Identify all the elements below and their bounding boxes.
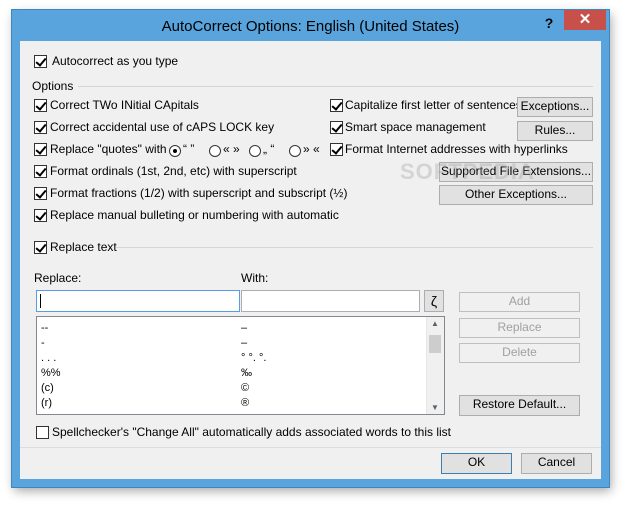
smart-space-checkbox[interactable] — [330, 121, 343, 134]
correct-two-initial-caps-label: Correct TWo INitial CApitals — [50, 98, 199, 112]
format-ordinals-label: Format ordinals (1st, 2nd, etc) with sup… — [50, 164, 297, 178]
quote-style-radio-3[interactable] — [249, 145, 261, 157]
scroll-down-arrow-icon[interactable]: ▼ — [431, 403, 439, 412]
list-item[interactable]: -- – — [37, 320, 437, 336]
replace-input[interactable] — [36, 290, 240, 312]
replace-column-label: Replace: — [34, 271, 82, 285]
entry-replace: (c) — [41, 382, 54, 394]
entry-with: – — [241, 337, 248, 349]
entry-with: © — [241, 382, 250, 394]
dialog-body: Autocorrect as you type Options Correct … — [20, 41, 601, 479]
delete-button[interactable]: Delete — [459, 343, 580, 363]
entry-with: ‰ — [241, 367, 252, 379]
correct-two-initial-caps-checkbox[interactable] — [34, 99, 47, 112]
restore-default-button[interactable]: Restore Default... — [459, 395, 580, 416]
spellchecker-change-all-label: Spellchecker's "Change All" automaticall… — [52, 425, 452, 439]
list-item[interactable]: - – — [37, 335, 437, 351]
entry-with: ® — [241, 397, 250, 409]
options-group-label: Options — [32, 79, 74, 93]
add-button[interactable]: Add — [459, 292, 580, 312]
replace-quotes-label: Replace "quotes" with — [50, 142, 167, 156]
insert-symbol-button[interactable]: ζ — [424, 290, 444, 312]
close-button[interactable]: ✕ — [564, 10, 606, 30]
autocorrect-as-you-type-checkbox[interactable] — [34, 55, 47, 68]
autocorrect-as-you-type-label: Autocorrect as you type — [52, 54, 179, 68]
autocorrect-entries-list[interactable]: -- – - – . . . ° °. °. %% ‰ (c) © (r) ® — [36, 316, 445, 415]
dialog-title: AutoCorrect Options: English (United Sta… — [161, 18, 460, 35]
spellchecker-change-all-checkbox[interactable] — [36, 426, 49, 439]
entry-replace: . . . — [41, 352, 57, 364]
format-fractions-checkbox[interactable] — [34, 187, 47, 200]
format-internet-addresses-checkbox[interactable] — [330, 143, 343, 156]
with-input[interactable] — [241, 290, 420, 312]
replace-text-separator — [116, 247, 593, 248]
list-item[interactable]: %% ‰ — [37, 365, 437, 381]
replace-text-checkbox[interactable] — [34, 241, 47, 254]
format-ordinals-checkbox[interactable] — [34, 165, 47, 178]
ok-button[interactable]: OK — [441, 453, 512, 474]
scroll-thumb[interactable] — [429, 335, 441, 353]
entry-replace: -- — [41, 322, 49, 334]
quote-style-label-4: » « — [303, 142, 320, 156]
with-column-label: With: — [241, 271, 269, 285]
list-item[interactable]: (r) ® — [37, 395, 437, 411]
entry-replace: %% — [41, 367, 61, 379]
manual-bulleting-label: Replace manual bulleting or numbering wi… — [50, 208, 339, 222]
list-scrollbar[interactable]: ▲ ▼ — [426, 317, 444, 414]
format-fractions-label: Format fractions (1/2) with superscript … — [50, 186, 348, 200]
text-caret — [40, 294, 41, 308]
other-exceptions-button[interactable]: Other Exceptions... — [439, 185, 593, 205]
options-separator — [78, 86, 593, 87]
quote-style-label-2: « » — [223, 142, 240, 156]
manual-bulleting-checkbox[interactable] — [34, 209, 47, 222]
help-button[interactable]: ? — [540, 14, 558, 32]
caps-lock-label: Correct accidental use of cAPS LOCK key — [50, 120, 275, 134]
replace-button[interactable]: Replace — [459, 318, 580, 338]
list-item[interactable]: (c) © — [37, 380, 437, 396]
quote-style-radio-4[interactable] — [289, 145, 301, 157]
entry-with: ° °. °. — [241, 352, 267, 364]
quote-style-radio-2[interactable] — [209, 145, 221, 157]
rules-button[interactable]: Rules... — [517, 121, 593, 141]
footer-separator — [20, 447, 601, 448]
replace-text-label: Replace text — [50, 240, 117, 254]
smart-space-label: Smart space management — [345, 120, 486, 134]
format-internet-addresses-label: Format Internet addresses with hyperlink… — [345, 142, 568, 156]
list-item[interactable]: . . . ° °. °. — [37, 350, 437, 366]
capitalize-first-letter-label: Capitalize first letter of sentences — [345, 98, 522, 112]
entry-with: – — [241, 322, 248, 334]
replace-quotes-checkbox[interactable] — [34, 143, 47, 156]
scroll-up-arrow-icon[interactable]: ▲ — [431, 319, 439, 328]
quote-style-label-1: “ ” — [183, 142, 195, 156]
cancel-button[interactable]: Cancel — [521, 453, 592, 474]
autocorrect-dialog: AutoCorrect Options: English (United Sta… — [12, 10, 609, 487]
entry-replace: (r) — [41, 397, 52, 409]
caps-lock-checkbox[interactable] — [34, 121, 47, 134]
quote-style-radio-1[interactable] — [169, 145, 181, 157]
watermark: SOFTPEDIA — [400, 159, 535, 184]
capitalize-first-letter-checkbox[interactable] — [330, 99, 343, 112]
entry-replace: - — [41, 337, 45, 349]
quote-style-label-3: „ “ — [263, 142, 275, 156]
exceptions-button[interactable]: Exceptions... — [517, 97, 593, 117]
title-bar[interactable]: AutoCorrect Options: English (United Sta… — [12, 10, 609, 40]
